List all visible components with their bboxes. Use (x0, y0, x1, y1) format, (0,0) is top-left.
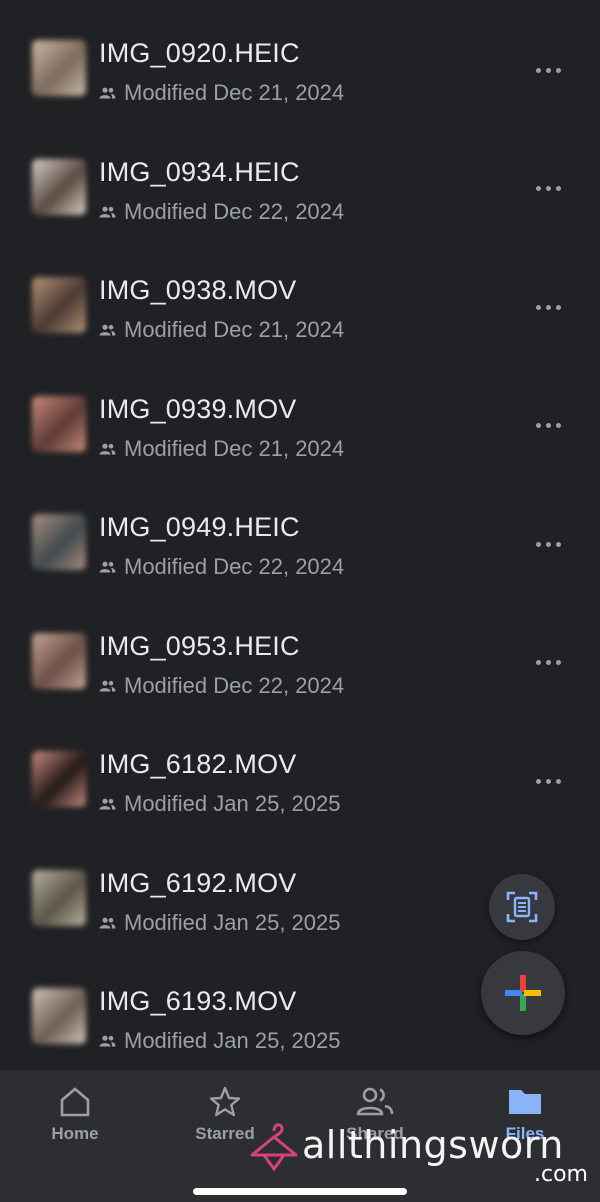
hanger-logo-icon (250, 1123, 298, 1172)
file-name: IMG_0938.MOV (99, 275, 297, 305)
modified-date: Modified Jan 25, 2025 (124, 1028, 341, 1053)
modified-date: Modified Dec 21, 2024 (124, 80, 345, 105)
nav-home[interactable]: Home (0, 1070, 150, 1160)
file-thumbnail (32, 751, 86, 807)
modified-date: Modified Jan 25, 2025 (124, 909, 341, 935)
file-name: IMG_0939.MOV (99, 393, 297, 424)
more-options-button[interactable] (528, 529, 568, 559)
more-horiz-icon (535, 186, 541, 191)
more-horiz-icon (535, 423, 541, 428)
file-meta: Modified Jan 25, 2025 (99, 910, 341, 936)
scan-button[interactable] (489, 874, 555, 940)
people-icon (356, 1087, 394, 1116)
people-icon (99, 798, 116, 810)
file-row[interactable]: IMG_0949.HEIC Modified Dec 22, 2024 (0, 486, 600, 604)
nav-home-label: Home (51, 1124, 99, 1143)
file-thumbnail (32, 988, 86, 1044)
file-meta: Modified Jan 25, 2025 (99, 1028, 341, 1054)
more-horiz-icon (535, 67, 541, 73)
more-options-button[interactable] (528, 411, 568, 441)
modified-date: Modified Dec 22, 2024 (124, 554, 345, 579)
more-options-button[interactable] (528, 292, 568, 322)
file-row[interactable]: IMG_0920.HEIC Modified Dec 21, 2024 (0, 12, 600, 130)
file-thumbnail (32, 514, 86, 570)
file-row[interactable]: IMG_0934.HEIC Modified Dec 22, 2024 (0, 131, 600, 249)
more-options-button[interactable] (528, 174, 568, 204)
file-meta: Modified Dec 22, 2024 (99, 554, 344, 580)
file-thumbnail (32, 632, 86, 689)
file-thumbnail (32, 277, 86, 333)
people-icon (99, 1035, 116, 1047)
file-row[interactable]: IMG_0939.MOV Modified Dec 21, 2024 (0, 368, 600, 486)
file-name: IMG_6192.MOV (99, 867, 297, 898)
file-meta: Modified Dec 21, 2024 (99, 317, 344, 343)
modified-date: Modified Dec 21, 2024 (124, 317, 345, 342)
more-horiz-icon (535, 778, 541, 784)
google-plus-icon (505, 975, 541, 1011)
people-icon (99, 561, 116, 573)
star-icon (209, 1086, 241, 1117)
file-row[interactable]: IMG_6182.MOV Modified Jan 25, 2025 (0, 723, 600, 841)
file-name: IMG_6182.MOV (99, 749, 297, 779)
modified-date: Modified Dec 22, 2024 (124, 672, 345, 698)
file-name: IMG_0953.HEIC (99, 630, 300, 661)
file-name: IMG_0934.HEIC (99, 156, 300, 187)
file-meta: Modified Dec 21, 2024 (99, 436, 344, 462)
file-thumbnail (32, 395, 86, 452)
file-row[interactable]: IMG_0953.HEIC Modified Dec 22, 2024 (0, 605, 600, 723)
file-thumbnail (32, 869, 86, 926)
file-meta: Modified Jan 25, 2025 (99, 791, 341, 817)
more-horiz-icon (535, 541, 541, 547)
file-meta: Modified Dec 21, 2024 (99, 80, 344, 106)
folder-icon (509, 1090, 541, 1114)
people-icon (99, 87, 116, 99)
drive-screen: IMG_0920.HEIC Modified Dec 21, 2024 IMG_09… (0, 0, 600, 1202)
more-options-button[interactable] (528, 648, 568, 678)
file-meta: Modified Dec 22, 2024 (99, 673, 344, 699)
file-thumbnail (32, 158, 86, 215)
more-horiz-icon (535, 660, 541, 665)
document-scan-icon (506, 891, 538, 923)
people-icon (99, 443, 116, 454)
home-icon (60, 1087, 90, 1117)
new-button[interactable] (481, 951, 565, 1035)
file-thumbnail (32, 40, 86, 96)
more-horiz-icon (535, 304, 541, 310)
file-row[interactable]: IMG_0938.MOV Modified Dec 21, 2024 (0, 249, 600, 367)
people-icon (99, 206, 116, 217)
modified-date: Modified Dec 21, 2024 (124, 435, 345, 461)
modified-date: Modified Dec 22, 2024 (124, 198, 345, 224)
people-icon (99, 680, 116, 691)
more-options-button[interactable] (528, 766, 568, 796)
watermark-text: allthingsworn (302, 1123, 564, 1167)
watermark-suffix: .com (534, 1162, 588, 1187)
file-meta: Modified Dec 22, 2024 (99, 199, 344, 225)
more-options-button[interactable] (528, 55, 568, 85)
modified-date: Modified Jan 25, 2025 (124, 791, 341, 816)
file-name: IMG_0920.HEIC (99, 38, 300, 68)
file-name: IMG_0949.HEIC (99, 512, 300, 542)
file-name: IMG_6193.MOV (99, 986, 297, 1016)
watermark: allthingsworn (246, 1117, 564, 1173)
home-indicator[interactable] (193, 1188, 407, 1195)
people-icon (99, 324, 116, 336)
people-icon (99, 917, 116, 928)
